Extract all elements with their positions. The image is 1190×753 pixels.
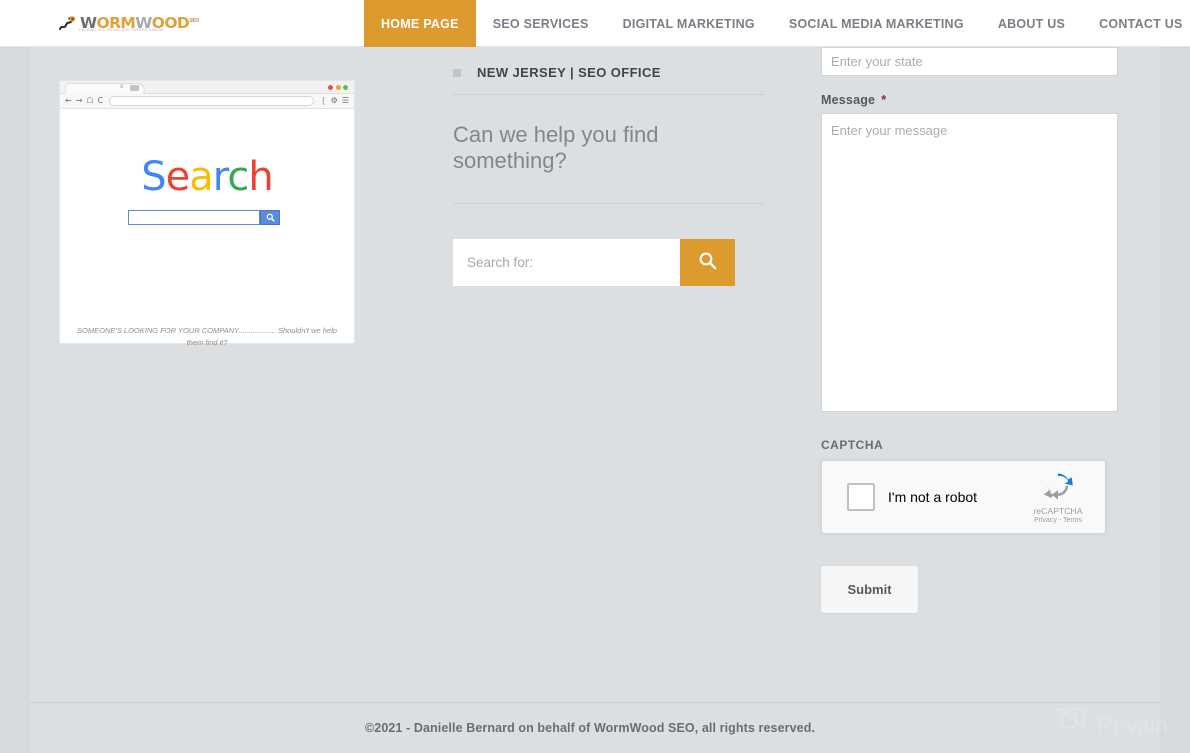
site-header: WORMWOODSEO HELPING YOU BEING DISCOVERED… — [0, 0, 1190, 47]
message-label: Message * — [821, 93, 1118, 107]
browser-tab-close-icon: x — [120, 83, 124, 90]
browser-address-field — [109, 96, 314, 106]
nav-item-social-media-marketing[interactable]: SOCIAL MEDIA MARKETING — [772, 0, 981, 47]
search-icon — [266, 209, 275, 227]
hamburger-menu-icon: ☰ — [341, 96, 349, 105]
nav-item-contact-us[interactable]: CONTACT US — [1082, 0, 1190, 47]
arrow-right-icon: → — [75, 96, 83, 105]
contact-form: Message * CAPTCHA I'm not a robot reCAPTC… — [821, 47, 1118, 613]
submit-button[interactable]: Submit — [821, 566, 918, 613]
illustration-search-button — [260, 210, 280, 225]
gear-icon: ⚙ — [330, 96, 338, 105]
search-letter-3: a — [189, 154, 213, 200]
nav-item-seo-services[interactable]: SEO SERVICES — [476, 0, 606, 47]
site-footer: ©2021 - Danielle Bernard on behalf of Wo… — [30, 702, 1160, 753]
footer-copyright: ©2021 - Danielle Bernard on behalf of Wo… — [364, 721, 816, 735]
logo-superscript: SEO — [189, 18, 199, 25]
illustration-search-bar — [128, 210, 280, 225]
browser-illustration: x ← → ☖ C ❲ ⚙ ☰ Search SOMEONE'S LOOKING… — [59, 80, 355, 347]
search-letter-4: r — [212, 154, 229, 200]
section-header: NEW JERSEY | SEO OFFICE — [453, 47, 765, 95]
window-dot-orange — [335, 84, 341, 90]
search-letter-2: e — [165, 154, 191, 200]
recaptcha-terms-link[interactable]: Privacy - Terms — [1022, 517, 1094, 524]
illustration-search-input — [128, 210, 260, 225]
home-icon: ☖ — [86, 96, 94, 105]
message-label-text: Message — [821, 93, 876, 107]
illustration-caption: SOMEONE'S LOOKING FOR YOUR COMPANY......… — [77, 326, 337, 347]
search-input[interactable] — [453, 238, 680, 286]
recaptcha-branding: reCAPTCHA Privacy - Terms — [1022, 470, 1094, 524]
browser-viewport: Search SOMEONE'S LOOKING FOR YOUR COMPAN… — [60, 109, 354, 347]
page-content: x ← → ☖ C ❲ ⚙ ☰ Search SOMEONE'S LOOKING… — [30, 47, 1160, 702]
site-search-form — [453, 238, 735, 286]
state-field[interactable] — [821, 47, 1118, 76]
recaptcha-widget[interactable]: I'm not a robot reCAPTCHA Privacy - Term… — [821, 460, 1106, 534]
bookmark-icon: ❲ — [319, 96, 327, 105]
main-navigation: HOME PAGE SEO SERVICES DIGITAL MARKETING… — [364, 0, 1190, 47]
window-dot-red — [328, 84, 333, 90]
nav-item-home-page[interactable]: HOME PAGE — [364, 0, 476, 47]
browser-tabbar: x — [60, 81, 354, 94]
recaptcha-checkbox[interactable] — [847, 483, 875, 511]
search-letter-5: c — [227, 154, 249, 200]
browser-window-dots — [328, 84, 348, 90]
message-field[interactable] — [821, 113, 1118, 412]
browser-urlbar: ← → ☖ C ❲ ⚙ ☰ — [60, 94, 354, 109]
middle-column: NEW JERSEY | SEO OFFICE Can we help you … — [453, 47, 765, 286]
search-letter-1: S — [141, 154, 166, 200]
recaptcha-icon — [1043, 473, 1073, 500]
site-logo[interactable]: WORMWOODSEO HELPING YOU BEING DISCOVERED… — [58, 11, 199, 37]
logo-tagline: HELPING YOU BEING DISCOVERED ONLINE — [79, 28, 164, 32]
page-heading: Can we help you find something? — [453, 95, 765, 204]
browser-new-tab-icon — [130, 85, 139, 91]
nav-item-digital-marketing[interactable]: DIGITAL MARKETING — [606, 0, 772, 47]
window-dot-green — [343, 84, 348, 90]
section-bullet-icon — [453, 68, 461, 77]
captcha-label: CAPTCHA — [821, 438, 884, 452]
search-letter-6: h — [248, 154, 273, 200]
recaptcha-checkbox-label: I'm not a robot — [888, 489, 978, 505]
search-submit-button[interactable] — [680, 238, 735, 286]
required-indicator: * — [881, 93, 887, 107]
arrow-left-icon: ← — [65, 96, 72, 105]
nav-item-about-us[interactable]: ABOUT US — [981, 0, 1082, 47]
search-wordmark: Search — [60, 157, 354, 197]
reload-icon: C — [97, 96, 104, 105]
section-title: NEW JERSEY | SEO OFFICE — [477, 65, 661, 80]
recaptcha-brand-name: reCAPTCHA — [1033, 506, 1083, 516]
search-icon — [698, 251, 717, 273]
worm-logo-icon — [58, 15, 79, 33]
